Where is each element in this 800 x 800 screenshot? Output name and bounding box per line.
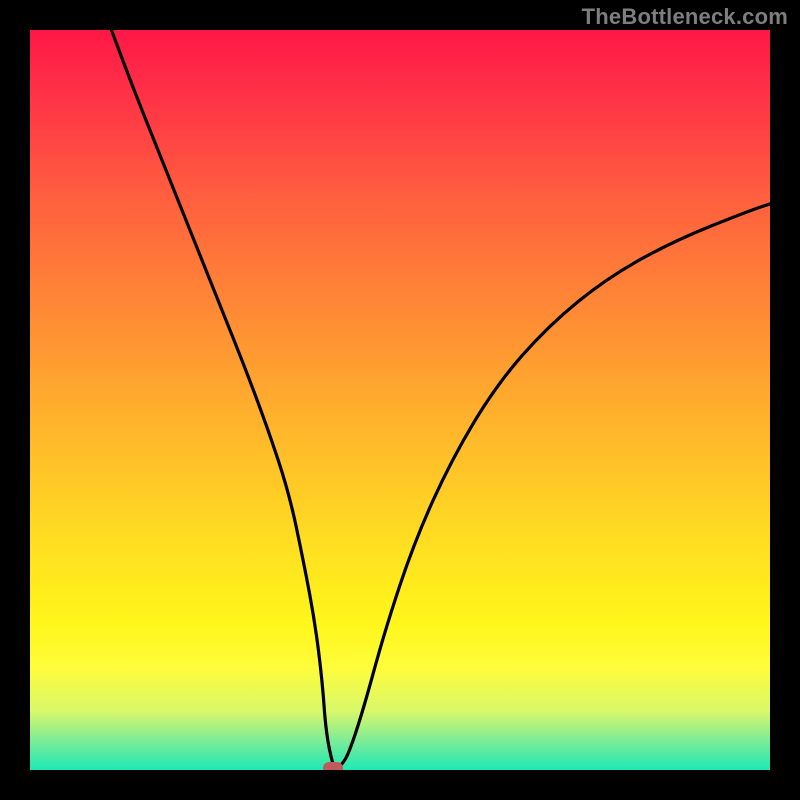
chart-frame: TheBottleneck.com [0, 0, 800, 800]
curve-svg [30, 30, 770, 770]
watermark-text: TheBottleneck.com [582, 4, 788, 30]
bottleneck-curve [111, 30, 770, 768]
plot-area [30, 30, 770, 770]
minimum-marker [323, 762, 343, 770]
